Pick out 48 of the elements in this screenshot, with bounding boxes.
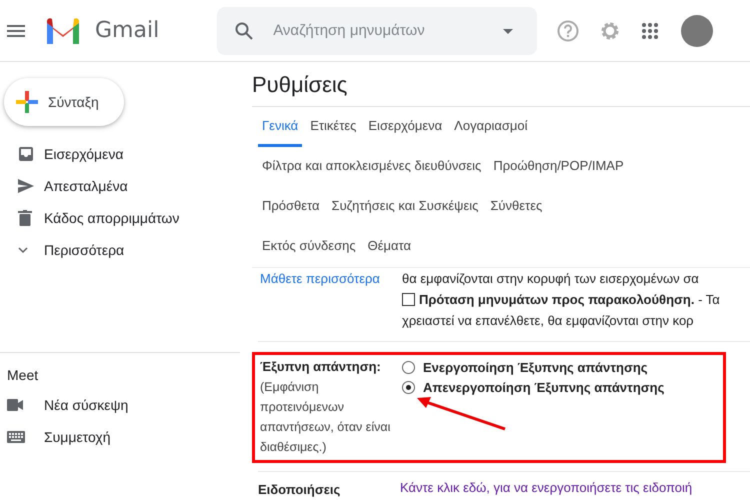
checkbox[interactable] — [402, 293, 415, 306]
settings-tab[interactable]: Προώθηση/POP/IMAP — [489, 147, 628, 187]
setting-hint: (Εμφάνιση προτεινόμενων απαντήσεων, όταν είναι διαθέσιμες.) — [260, 379, 392, 456]
avatar[interactable] — [681, 14, 714, 46]
settings-tab[interactable]: Λογαριασμοί — [450, 107, 532, 147]
settings-tab[interactable]: Γενικά — [258, 107, 302, 147]
app-name: Gmail — [95, 18, 160, 43]
enable-notifications-link[interactable]: Κάντε κλικ εδώ, για να ενεργοποιήσετε τις ειδοποιή — [400, 480, 692, 495]
page-title: Ρυθμίσεις — [252, 62, 750, 107]
settings-tab[interactable]: Εκτός σύνδεσης — [258, 227, 360, 267]
radio-button[interactable] — [402, 360, 415, 374]
settings-tab[interactable]: Φίλτρα και αποκλεισμένες διευθύνσεις — [258, 147, 486, 187]
keyboard-icon — [7, 431, 25, 443]
settings-tab[interactable]: Εισερχόμενα — [364, 107, 446, 147]
caret-icon[interactable] — [503, 28, 514, 34]
settings-tab[interactable]: Πρόσθετα — [258, 187, 324, 227]
setting-description: χρειαστεί να επανέλθετε, θα εμφανίζονται στην κορ — [402, 312, 695, 330]
sidebar-item[interactable]: Συμμετοχή — [0, 421, 240, 453]
learn-more-link[interactable]: Μάθετε περισσότερα — [260, 268, 402, 289]
search-field[interactable]: Αναζήτηση μηνυμάτων — [217, 6, 538, 54]
envelope-logo-icon — [45, 16, 81, 44]
radio-label: Απενεργοποίηση Έξυπνης απάντησης — [423, 380, 664, 394]
search-icon — [235, 22, 254, 40]
setting-label: Έξυπνη απάντηση: — [260, 358, 382, 376]
sidebar-item[interactable]: Απεσταλμένα — [0, 170, 240, 202]
sidebar-item[interactable]: Περισσότερα — [0, 234, 240, 266]
compose-button[interactable]: Σύνταξη — [4, 78, 124, 126]
chevron-down-icon — [18, 246, 28, 254]
setting-label: Ειδοποιήσεις — [258, 481, 342, 499]
section-title: Meet — [6, 366, 40, 385]
sidebar-item[interactable]: Εισερχόμενα — [0, 138, 240, 170]
trash-icon — [18, 210, 32, 226]
apps-grid-icon[interactable] — [641, 22, 660, 40]
settings-tab[interactable]: Ετικέτες — [306, 107, 360, 147]
menu-icon[interactable] — [7, 24, 25, 36]
setting-description: θα εμφανίζονται στην κορυφή των εισερχομένων σα — [402, 270, 700, 288]
plus-icon — [16, 91, 38, 113]
video-camera-icon — [7, 399, 23, 411]
settings-tab[interactable]: Σύνθετες — [486, 187, 546, 227]
inbox-icon — [18, 146, 34, 162]
settings-tab[interactable]: Συζητήσεις και Συσκέψεις — [328, 187, 482, 227]
send-icon — [18, 179, 34, 193]
radio-label: Ενεργοποίηση Έξυπνης απάντησης — [423, 360, 648, 374]
checkbox-label: Πρόταση μηνυμάτων προς παρακολούθηση. - Τα — [419, 291, 720, 309]
radio-button[interactable] — [402, 380, 415, 394]
sidebar-item[interactable]: Κάδος απορριμμάτων — [0, 202, 240, 234]
settings-tab[interactable]: Θέματα — [364, 227, 415, 267]
sidebar-item[interactable]: Νέα σύσκεψη — [0, 389, 240, 421]
